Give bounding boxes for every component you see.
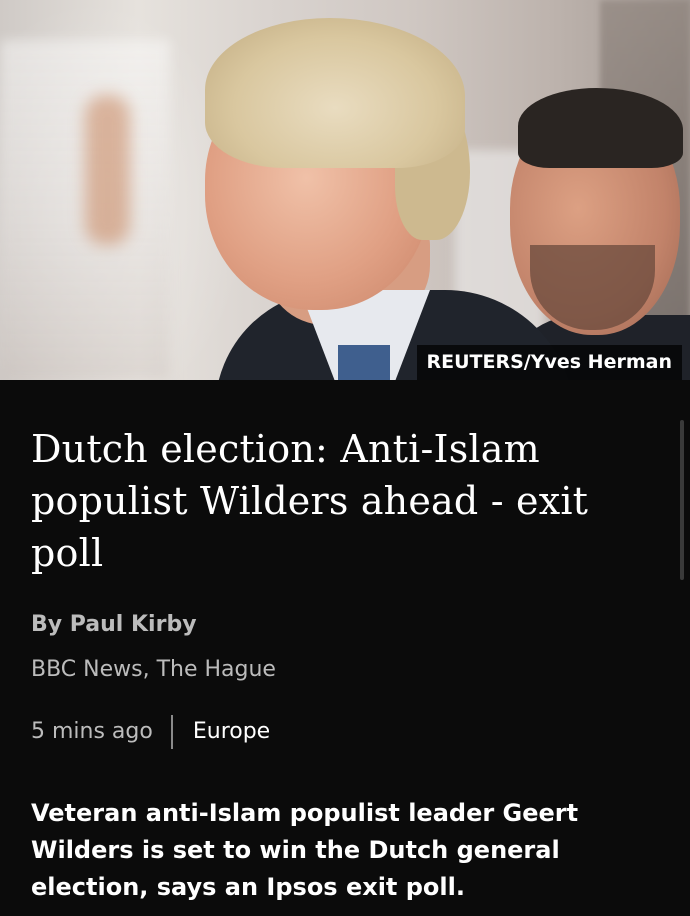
timestamp: 5 mins ago bbox=[31, 719, 153, 744]
photo-credit: REUTERS/Yves Herman bbox=[416, 345, 682, 380]
section-link-europe[interactable]: Europe bbox=[193, 717, 270, 747]
meta-divider bbox=[170, 715, 173, 749]
article-headline: Dutch election: Anti-Islam populist Wild… bbox=[31, 427, 589, 575]
article-summary: Veteran anti-Islam populist leader Geert… bbox=[31, 799, 579, 901]
article-meta: 5 mins ago Europe bbox=[31, 715, 270, 749]
author-byline: By Paul Kirby bbox=[31, 612, 197, 637]
article-page: REUTERS/Yves Herman Dutch election: Anti… bbox=[0, 0, 690, 916]
scrollbar[interactable] bbox=[680, 420, 684, 580]
author-location: BBC News, The Hague bbox=[31, 657, 276, 682]
hero-photo: REUTERS/Yves Herman bbox=[0, 0, 690, 380]
